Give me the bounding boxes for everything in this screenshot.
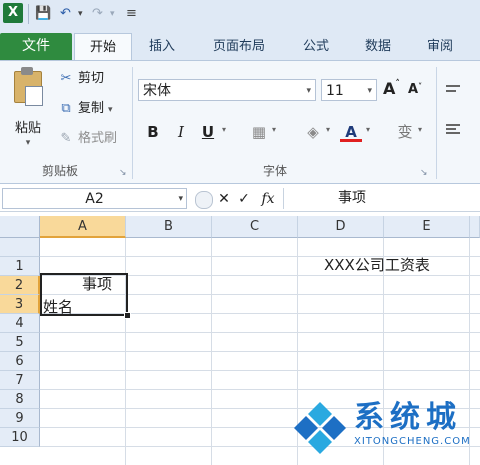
fill-color-icon[interactable]: ◈ (302, 121, 324, 143)
italic-button[interactable]: I (170, 121, 192, 143)
align-left-icon[interactable] (446, 123, 462, 137)
row-header-5[interactable]: 5 (0, 333, 40, 352)
align-top-icon[interactable] (446, 83, 462, 97)
undo-dropdown-icon[interactable]: ▾ (78, 5, 83, 23)
name-box-value: A2 (85, 191, 104, 207)
bold-button[interactable]: B (142, 121, 164, 143)
chevron-down-icon: ▾ (25, 138, 31, 148)
clipboard-group-label: 剪贴板 (41, 164, 78, 178)
grow-font-button[interactable]: A˄ (383, 79, 400, 98)
format-painter-button: ✎ 格式刷 (58, 129, 117, 149)
divider (132, 67, 133, 179)
customize-toolbar-icon[interactable]: ≡ (126, 5, 137, 23)
cut-label: 剪切 (78, 71, 105, 86)
save-icon[interactable]: 💾 (35, 5, 51, 23)
shrink-font-label: A (408, 82, 419, 97)
row-header-6[interactable]: 6 (0, 352, 40, 371)
column-header-f[interactable] (470, 216, 480, 238)
tab-data[interactable]: 数据 (354, 33, 402, 60)
phonetic-button[interactable]: 变 (394, 121, 416, 143)
brush-icon: ✎ (60, 131, 72, 146)
chevron-down-icon[interactable]: ▾ (326, 125, 330, 134)
column-header-e[interactable]: E (384, 216, 470, 238)
dialog-launcher-icon[interactable]: ↘ (420, 168, 428, 178)
fill-handle[interactable] (124, 312, 131, 319)
tab-home[interactable]: 开始 (74, 33, 132, 61)
row-header-2[interactable]: 2 (0, 276, 40, 295)
chevron-down-icon: ▾ (178, 194, 183, 204)
row-header-8[interactable]: 8 (0, 390, 40, 409)
clipboard-icon (14, 67, 43, 106)
chevron-down-icon[interactable]: ▾ (418, 125, 422, 134)
tab-formulas[interactable]: 公式 (292, 33, 340, 60)
font-name-select[interactable]: 宋体 ▾ (138, 79, 316, 101)
chevron-down-icon: ▾ (306, 86, 311, 96)
divider (436, 67, 437, 179)
watermark: 系统城 XITONGCHENG.COM (290, 392, 480, 465)
selection-outline (40, 273, 128, 316)
format-painter-label: 格式刷 (78, 131, 118, 146)
font-group-label: 字体 (262, 164, 287, 178)
chevron-down-icon[interactable]: ▾ (272, 125, 276, 134)
cut-button[interactable]: ✂ 剪切 (58, 69, 104, 89)
row-header-9[interactable]: 9 (0, 409, 40, 428)
divider (28, 4, 29, 24)
scissors-icon: ✂ (60, 71, 72, 86)
row-header-4[interactable]: 4 (0, 314, 40, 333)
tab-page-layout[interactable]: 页面布局 (200, 33, 278, 60)
excel-logo-icon[interactable]: X (3, 3, 23, 23)
copy-icon: ⧉ (61, 101, 71, 116)
insert-function-button[interactable]: fx (258, 189, 278, 209)
formula-bar: A2 ▾ ✕ ✓ fx 事项 (0, 187, 480, 212)
row-header-blank (0, 238, 40, 257)
column-header-b[interactable]: B (126, 216, 212, 238)
font-size-select[interactable]: 11 ▾ (321, 79, 377, 101)
dialog-launcher-icon[interactable]: ↘ (119, 168, 127, 178)
watermark-logo-icon (294, 402, 346, 454)
watermark-title: 系统城 (354, 400, 462, 435)
underline-button[interactable]: U (197, 121, 219, 143)
column-header-a[interactable]: A (40, 216, 126, 238)
ribbon-tabs: 文件 开始 插入 页面布局 公式 数据 审阅 (0, 30, 480, 61)
paste-button[interactable]: 粘贴 ▾ (10, 67, 46, 148)
chevron-down-icon: ▾ (108, 105, 113, 115)
font-color-button[interactable]: A (340, 121, 362, 142)
row-header-7[interactable]: 7 (0, 371, 40, 390)
select-all-corner[interactable] (0, 216, 40, 238)
grow-font-label: A (383, 79, 396, 98)
copy-button[interactable]: ⧉ 复制 ▾ (58, 99, 113, 119)
quick-access-toolbar: X 💾 ↶ ▾ ↷ ▾ ≡ (0, 0, 480, 31)
tab-insert[interactable]: 插入 (138, 33, 186, 60)
formula-input[interactable]: 事项 (283, 188, 478, 209)
cell-d1[interactable]: XXX公司工资表 (324, 254, 430, 275)
redo-dropdown-icon: ▾ (110, 9, 115, 19)
chevron-down-icon[interactable]: ▾ (366, 125, 370, 134)
column-header-c[interactable]: C (212, 216, 298, 238)
borders-icon[interactable]: ▦ (248, 121, 270, 143)
ribbon: 粘贴 ▾ ✂ 剪切 ⧉ 复制 ▾ ✎ 格式刷 剪贴板 ↘ 宋体 ▾ 11 ▾ A˄ A˅… (0, 60, 480, 184)
tab-review[interactable]: 审阅 (416, 33, 464, 60)
shrink-font-button[interactable]: A˅ (408, 82, 422, 97)
column-header-d[interactable]: D (298, 216, 384, 238)
redo-icon: ↷ (92, 6, 103, 21)
cancel-icon[interactable]: ✕ (216, 189, 232, 209)
undo-icon[interactable]: ↶ (60, 5, 71, 23)
formula-bar-resize-handle[interactable] (195, 191, 213, 209)
row-header-1[interactable]: 1 (0, 257, 40, 276)
paste-label: 粘贴 (14, 121, 41, 136)
row-header-3[interactable]: 3 (0, 295, 40, 314)
row-header-10[interactable]: 10 (0, 428, 40, 447)
watermark-subtitle: XITONGCHENG.COM (354, 436, 471, 447)
font-name-value: 宋体 (143, 83, 171, 99)
enter-icon[interactable]: ✓ (236, 189, 252, 209)
font-size-value: 11 (326, 83, 344, 99)
chevron-down-icon[interactable]: ▾ (222, 125, 226, 134)
copy-label: 复制 (78, 101, 105, 116)
tab-file[interactable]: 文件 (0, 33, 72, 60)
chevron-down-icon: ▾ (367, 86, 372, 96)
name-box[interactable]: A2 ▾ (2, 188, 187, 209)
